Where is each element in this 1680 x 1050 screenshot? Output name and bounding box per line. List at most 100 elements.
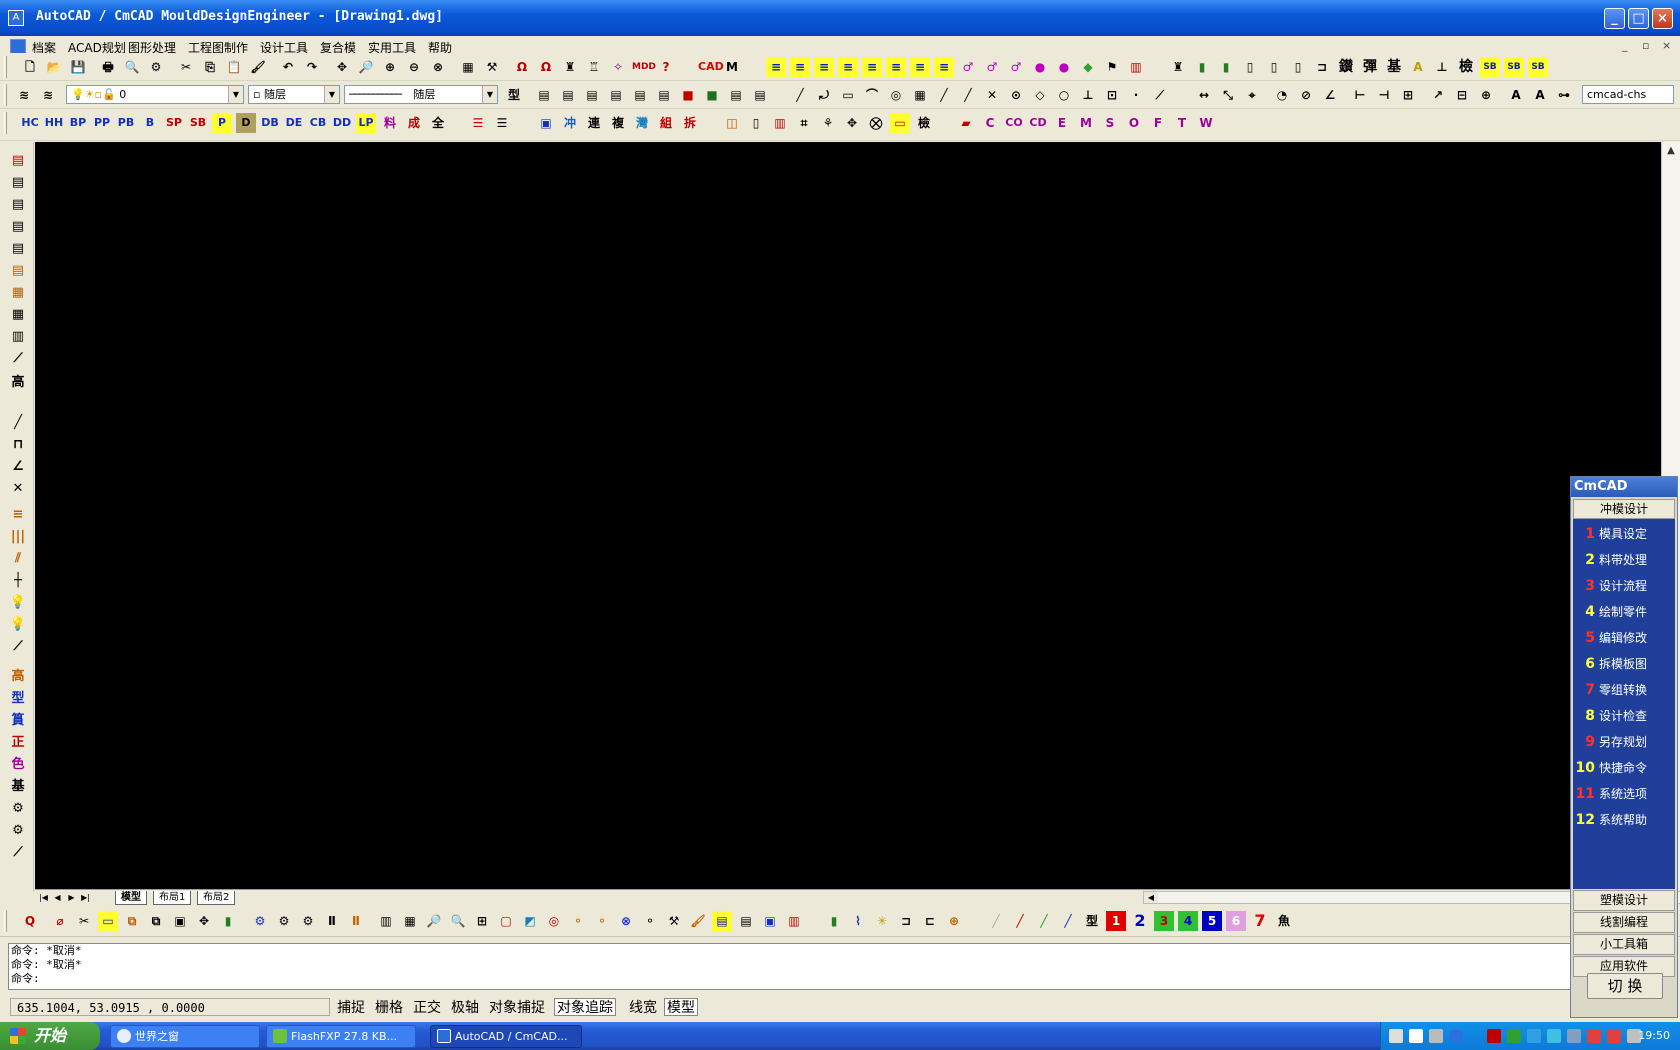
left-tool-9-icon[interactable]: ▥ xyxy=(9,328,27,346)
leader-icon[interactable]: ↗ xyxy=(1428,85,1448,105)
number-3-button[interactable]: 3 xyxy=(1154,911,1174,931)
cmcad-item-1[interactable]: 1 模具设定 xyxy=(1573,521,1675,547)
grid-b-icon[interactable]: ⊕ xyxy=(944,911,964,931)
close-button[interactable]: × xyxy=(1652,8,1673,29)
zoom-window-icon[interactable]: ⊕ xyxy=(380,57,400,77)
ortho-toggle[interactable]: 正交 xyxy=(410,998,444,1016)
line-green-icon[interactable]: ╱ xyxy=(1034,911,1054,931)
pp-button[interactable]: PP xyxy=(92,113,112,133)
security-icon[interactable] xyxy=(1487,1029,1501,1043)
keyboard-icon[interactable] xyxy=(1389,1029,1403,1043)
messenger-icon[interactable] xyxy=(1547,1029,1561,1043)
ruler-c-icon[interactable]: ▦ xyxy=(400,911,420,931)
copy-b-icon[interactable]: ⧉ xyxy=(146,911,166,931)
type-b-icon[interactable]: 型 xyxy=(1082,911,1102,931)
brush-icon[interactable]: 🖌 xyxy=(688,911,708,931)
guide-c-icon[interactable]: ▮ xyxy=(1216,57,1236,77)
layer-c-icon[interactable]: ▤ xyxy=(582,85,602,105)
scroll-up-icon[interactable]: ▲ xyxy=(1663,143,1679,159)
design-center-icon[interactable]: ⚒ xyxy=(482,57,502,77)
snap-intersection-icon[interactable]: ✕ xyxy=(982,85,1002,105)
dim-diameter-icon[interactable]: ⊘ xyxy=(1296,85,1316,105)
dim-angle-icon[interactable]: ∠ xyxy=(1320,85,1340,105)
snap-node-icon[interactable]: · xyxy=(1126,85,1146,105)
guide-a-icon[interactable]: ♜ xyxy=(1168,57,1188,77)
node-c-icon[interactable]: ⚬ xyxy=(640,911,660,931)
pin-c-icon[interactable]: ♂ xyxy=(1006,57,1026,77)
zoom-realtime-icon[interactable]: 🔎 xyxy=(356,57,376,77)
print-icon[interactable]: 🖶 xyxy=(98,57,118,77)
tool-t-icon[interactable]: ▯ xyxy=(746,113,766,133)
tool-b-icon[interactable]: ♖ xyxy=(584,57,604,77)
chevron-down-icon[interactable]: ▼ xyxy=(228,86,243,103)
osnap-toggle[interactable]: 对象捕捉 xyxy=(486,998,548,1016)
bolt-h-icon[interactable]: ≡ xyxy=(934,57,954,77)
scissors-icon[interactable]: ✂ xyxy=(74,911,94,931)
tool-l-icon[interactable]: 基 xyxy=(1384,57,1404,77)
bolt-g-icon[interactable]: ≡ xyxy=(910,57,930,77)
draw-tool-icon[interactable]: ✕ xyxy=(9,480,27,498)
polyline-icon[interactable]: ⤾ xyxy=(814,85,834,105)
copy-a-icon[interactable]: ⧉ xyxy=(122,911,142,931)
tool-c-icon[interactable]: ✧ xyxy=(608,57,628,77)
bolt-a-icon[interactable]: ≡ xyxy=(766,57,786,77)
small-toolbox-button[interactable]: 小工具箱 xyxy=(1573,934,1675,955)
cmcad-item-10[interactable]: 10 快捷命令 xyxy=(1573,755,1675,781)
redo-icon[interactable]: ↷ xyxy=(302,57,322,77)
table-d-icon[interactable]: ▥ xyxy=(784,911,804,931)
tab-layout2[interactable]: 布局2 xyxy=(197,891,236,905)
taskbar-item-autocad[interactable]: AutoCAD / CmCAD... xyxy=(430,1025,582,1048)
layer-f-icon[interactable]: ▤ xyxy=(654,85,674,105)
snap-perpendicular-icon[interactable]: ⊥ xyxy=(1078,85,1098,105)
punch-char-icon[interactable]: 冲 xyxy=(560,113,580,133)
layer-j-icon[interactable]: ▤ xyxy=(750,85,770,105)
db-button[interactable]: DB xyxy=(260,113,280,133)
magnet-icon[interactable]: Ω xyxy=(512,57,532,77)
command-window[interactable]: 命令: *取消* 命令: *取消* 命令: xyxy=(8,943,1572,990)
command-prompt[interactable]: 命令: xyxy=(9,972,1571,986)
p-button[interactable]: P xyxy=(212,113,232,133)
snap-quadrant-icon[interactable]: ◇ xyxy=(1030,85,1050,105)
dim-quick-icon[interactable]: ⊞ xyxy=(1398,85,1418,105)
tool-u-icon[interactable]: ▥ xyxy=(770,113,790,133)
properties-icon[interactable]: ▦ xyxy=(458,57,478,77)
taskbar-item-flashfxp[interactable]: FlashFXP 27.8 KB... xyxy=(266,1025,416,1048)
save-icon[interactable]: 💾 xyxy=(68,57,88,77)
polar-toggle[interactable]: 极轴 xyxy=(448,998,482,1016)
line-red-icon[interactable]: ╱ xyxy=(1010,911,1030,931)
tool-p-icon[interactable]: SB xyxy=(1480,57,1500,77)
vline-icon[interactable]: ||| xyxy=(9,528,27,546)
gear-b-icon[interactable]: ⚙ xyxy=(274,911,294,931)
tool-n-icon[interactable]: ⊥ xyxy=(1432,57,1452,77)
finish-button[interactable]: 成 xyxy=(404,113,424,133)
spring-icon[interactable]: ◆ xyxy=(1078,57,1098,77)
new-icon[interactable]: 🗋 xyxy=(20,57,40,77)
bp-button[interactable]: BP xyxy=(68,113,88,133)
left-tool-4-icon[interactable]: ▤ xyxy=(9,218,27,236)
m-button[interactable]: M xyxy=(1076,113,1096,133)
paste-icon[interactable]: 📋 xyxy=(224,57,244,77)
dim-update-icon[interactable]: ⊶ xyxy=(1554,85,1574,105)
bolt-f-icon[interactable]: ≡ xyxy=(886,57,906,77)
snap-insert-icon[interactable]: ⊡ xyxy=(1102,85,1122,105)
snap-toggle[interactable]: 捕捉 xyxy=(334,998,368,1016)
table-b-icon[interactable]: ▤ xyxy=(736,911,756,931)
number-5-button[interactable]: 5 xyxy=(1202,911,1222,931)
height-char-icon[interactable]: 高 xyxy=(9,374,27,392)
line-icon[interactable]: ╱ xyxy=(790,85,810,105)
list-a-icon[interactable]: ☰ xyxy=(468,113,488,133)
zoom-c-icon[interactable]: 🔍 xyxy=(448,911,468,931)
publish-icon[interactable]: ⚙ xyxy=(146,57,166,77)
left-tool-x-icon[interactable]: ⚙ xyxy=(9,800,27,818)
draw-angle-icon[interactable]: ∠ xyxy=(9,458,27,476)
hh-button[interactable]: HH xyxy=(44,113,64,133)
green-block-icon[interactable]: ▮ xyxy=(218,911,238,931)
tool-o-icon[interactable]: 檢 xyxy=(1456,57,1476,77)
title-bar[interactable]: A AutoCAD / CmCAD MouldDesignEngineer - … xyxy=(0,0,1680,36)
bulb-on-icon[interactable]: 💡 xyxy=(9,616,27,634)
line-blue-icon[interactable]: ╱ xyxy=(1058,911,1078,931)
snap-tangent-icon[interactable]: ○ xyxy=(1054,85,1074,105)
update-icon[interactable] xyxy=(1527,1029,1541,1043)
pin-b-icon[interactable]: ♂ xyxy=(982,57,1002,77)
mdi-minimize-button[interactable]: _ xyxy=(1622,39,1628,52)
